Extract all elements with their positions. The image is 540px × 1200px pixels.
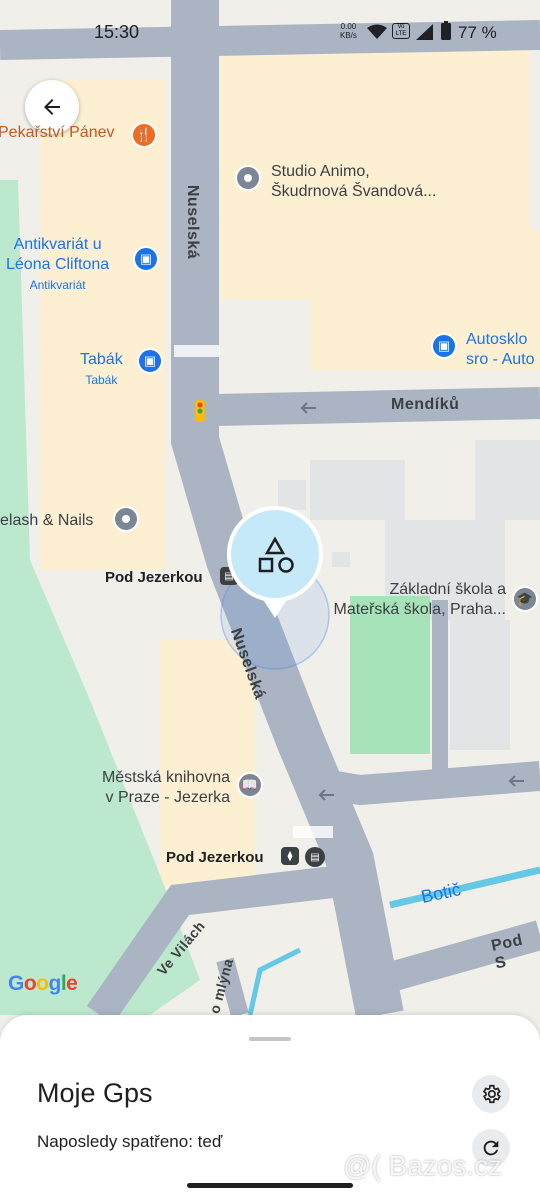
poi-label-studio-line1: Studio Animo, [271,163,370,180]
tram-stop-icon[interactable]: ⧫ [281,847,299,865]
stop-label-2: Pod Jezerkou [166,849,264,866]
google-logo-o1: o [23,972,37,995]
road-label-mendiku: Mendíků [391,396,460,413]
bus-stop-icon[interactable]: ▤ [305,847,325,867]
google-logo-g2: g [48,972,62,995]
arrow-back-icon [44,99,60,115]
poi-label-antikvariat-line1: Antikvariát u [13,236,102,253]
stop-label-1: Pod Jezerkou [105,569,203,586]
google-logo: Google [8,972,78,996]
poi-label-skola: Základní škola a Mateřská škola, Praha..… [320,580,506,620]
status-bar: 15:30 0.00 KB/s Vo LTE 77 % [0,18,540,50]
poi-label-studio: Studio Animo, Škudrnová Švandová... [271,162,436,202]
poi-sub-antikvariat: Antikvariát [29,278,86,292]
poi-label-pekarstvi: Pekařství Pánev [0,124,115,141]
google-logo-e: e [66,972,78,995]
poi-label-antikvariat-line2: Léona Cliftona [6,256,110,273]
poi-label-lash: elash & Nails [0,512,94,529]
network-speed: 0.00 KB/s [340,22,357,40]
poi-sub-tabak: Tabák [85,373,118,387]
net-speed-value: 0.00 [340,22,357,31]
drag-handle[interactable] [249,1037,291,1041]
poi-label-autosklo-line2: sro - Auto [466,351,535,368]
poi-label-tabak-main: Tabák [80,351,123,368]
google-logo-g: G [8,972,24,995]
place-icon[interactable] [113,506,139,532]
net-speed-unit: KB/s [340,31,357,40]
last-seen-status: Naposledy spatřeno: teď [37,1132,223,1151]
settings-button[interactable] [472,1075,510,1113]
volte-icon: Vo LTE [392,23,410,39]
clock: 15:30 [94,22,140,42]
shopping-bag-icon[interactable]: ▣ [137,348,163,374]
place-icon[interactable] [235,165,261,191]
google-logo-o2: o [36,972,49,995]
poi-label-autosklo: Autosklo sro - Auto [466,330,534,370]
wifi-icon [367,24,387,39]
poi-label-knihovna-line1: Městská knihovna [101,769,230,786]
poi-label-knihovna-line2: v Praze - Jezerka [105,789,230,806]
gesture-bar[interactable] [187,1183,353,1188]
poi-label-studio-line2: Škudrnová Švandová... [271,183,437,200]
restaurant-icon[interactable]: 🍴 [131,122,157,148]
poi-label-antikvariat: Antikvariát u Léona Cliftona Antikvariát [6,235,109,295]
shopping-bag-icon[interactable]: ▣ [133,246,159,272]
poi-label-tabak: Tabák Tabák [80,350,123,390]
battery-icon [441,21,451,40]
watermark: @( Bazos.cz [343,1150,503,1181]
road-label-nuselska-1: Nuselská [184,184,202,260]
device-location-marker[interactable] [224,503,326,623]
device-name: Moje Gps [37,1078,153,1108]
poi-label-knihovna: Městská knihovna v Praze - Jezerka [82,768,230,808]
poi-label-autosklo-line1: Autosklo [466,331,528,348]
poi-label-skola-line1: Základní škola a [389,581,506,598]
gear-icon [482,1084,501,1104]
shopping-bag-icon[interactable]: ▣ [431,333,457,359]
poi-label-skola-line2: Mateřská škola, Praha... [333,601,506,618]
signal-icon [416,24,433,40]
battery-percent: 77 % [458,23,497,42]
school-icon[interactable]: 🎓 [512,586,538,612]
book-icon[interactable]: 📖 [237,772,263,798]
